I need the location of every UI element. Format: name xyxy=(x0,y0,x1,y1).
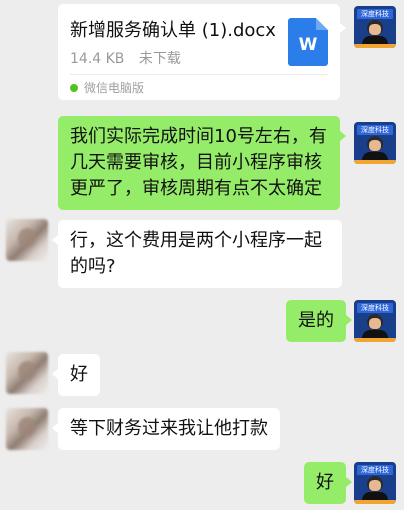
avatar-face xyxy=(369,480,381,491)
avatar-face xyxy=(369,318,381,329)
avatar-badge: 深度科技 xyxy=(357,9,393,19)
message-bubble-self[interactable]: 是的 xyxy=(286,300,352,342)
self-avatar[interactable]: 深度科技 xyxy=(354,462,396,504)
other-avatar[interactable] xyxy=(6,408,48,450)
file-source-label: 微信电脑版 xyxy=(84,81,145,95)
file-status: 未下载 xyxy=(138,51,181,67)
file-size: 14.4 KB xyxy=(70,51,125,67)
avatar-badge: 深度科技 xyxy=(357,125,393,135)
self-avatar[interactable]: 深度科技 xyxy=(354,6,396,48)
message-bubble-self[interactable]: 好 xyxy=(304,462,352,504)
avatar-accent xyxy=(354,338,396,342)
divider xyxy=(70,74,328,75)
file-source: 微信电脑版 xyxy=(70,79,144,96)
avatar-badge: 深度科技 xyxy=(357,465,393,475)
avatar-face xyxy=(369,140,381,151)
avatar-face xyxy=(369,24,381,35)
message-bubble-self[interactable]: 我们实际完成时间10号左右，有几天需要审核，目前小程序审核更严了，审核周期有点不… xyxy=(58,116,346,210)
avatar-accent xyxy=(354,44,396,48)
word-file-icon: W xyxy=(288,18,328,66)
avatar-badge: 深度科技 xyxy=(357,303,393,313)
self-avatar[interactable]: 深度科技 xyxy=(354,300,396,342)
avatar-accent xyxy=(354,160,396,164)
file-name: 新增服务确认单 (1).docx xyxy=(70,20,276,41)
other-avatar[interactable] xyxy=(6,219,48,261)
message-bubble-other[interactable]: 等下财务过来我让他打款 xyxy=(52,408,280,450)
message-bubble-other[interactable]: 好 xyxy=(52,354,100,396)
wechat-dot-icon xyxy=(70,83,78,92)
avatar-accent xyxy=(354,500,396,504)
self-avatar[interactable]: 深度科技 xyxy=(354,122,396,164)
file-message-card[interactable]: 新增服务确认单 (1).docx 14.4 KB 未下载 W 微信电脑版 xyxy=(58,4,346,100)
file-meta: 14.4 KB 未下载 xyxy=(70,48,181,68)
message-bubble-other[interactable]: 行，这个费用是两个小程序一起的吗? xyxy=(52,220,342,288)
other-avatar[interactable] xyxy=(6,352,48,394)
